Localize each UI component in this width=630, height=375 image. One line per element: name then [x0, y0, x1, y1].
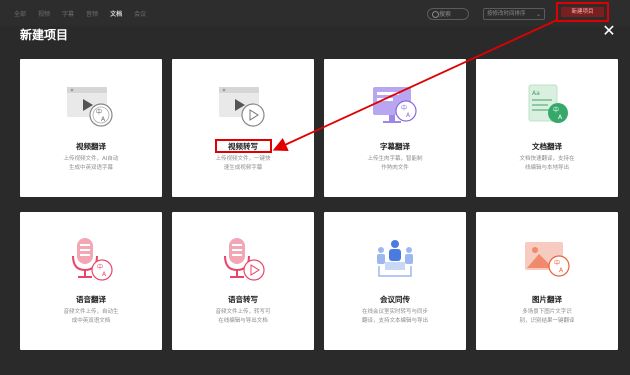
card-audio-translate[interactable]: 中 A 语音翻译 音频文件上传，自动生 成中英双语文档 [20, 212, 162, 350]
sort-select[interactable]: 按修改时间排序 ⌄ [483, 8, 545, 20]
card-desc-line: 音频文件上传，转写可 [215, 309, 271, 315]
top-bar: 全部 视频 字幕 音频 文档 会议 搜索 按修改时间排序 ⌄ 新建项目 [0, 0, 630, 26]
card-title: 语音转写 [228, 295, 258, 304]
search-input[interactable]: 搜索 [427, 8, 469, 20]
meeting-interpret-icon [369, 236, 421, 288]
card-title: 语音翻译 [76, 295, 106, 304]
card-desc-line: 多场景下图片文字识 [522, 309, 572, 315]
card-desc-line: 别，识别结果一键翻译 [519, 317, 575, 324]
card-desc: 上传视频文件，一键快 速生成视频字幕 [172, 155, 314, 172]
card-desc-line: 在线编辑与导出文档 [218, 317, 268, 324]
tab-subtitle[interactable]: 字幕 [62, 9, 74, 18]
search-label: 搜索 [439, 11, 452, 18]
card-desc-line: 上传生肉字幕，智能制 [367, 156, 423, 162]
tab-meeting[interactable]: 会议 [134, 9, 146, 18]
card-title: 视频翻译 [76, 142, 106, 151]
svg-text:中: 中 [554, 259, 560, 267]
new-project-highlight: 新建项目 [556, 2, 609, 22]
svg-text:中: 中 [401, 104, 407, 112]
svg-text:中: 中 [96, 108, 102, 116]
card-desc-line: 文档快速翻译，支持在 [519, 156, 575, 162]
audio-transcribe-icon [217, 236, 269, 288]
video-transcribe-icon [217, 83, 269, 133]
filter-tabs: 全部 视频 字幕 音频 文档 会议 [14, 9, 146, 18]
tab-video[interactable]: 视频 [38, 9, 50, 18]
svg-text:中: 中 [553, 106, 559, 114]
card-title: 文档翻译 [532, 142, 562, 151]
tab-document[interactable]: 文档 [110, 9, 122, 18]
modal-title: 新建项目 [20, 28, 69, 42]
new-project-button[interactable]: 新建项目 [561, 7, 604, 17]
card-desc: 在线会议室实时转写与同步 翻译，支持文本编辑与导出 [324, 308, 466, 325]
card-desc: 多场景下图片文字识 别，识别结果一键翻译 [476, 308, 618, 325]
card-desc-line: 上传视频文件，一键快 [215, 156, 271, 162]
subtitle-translate-icon: 中 A [369, 83, 421, 133]
card-document-translate[interactable]: Aa 中 A 文档翻译 文档快速翻译，支持在 线编辑与本地导出 [476, 59, 618, 197]
sort-label: 按修改时间排序 [487, 11, 526, 17]
video-translate-icon: 中 A [65, 83, 117, 133]
audio-translate-icon: 中 A [65, 236, 117, 288]
svg-text:中: 中 [97, 263, 103, 271]
card-video-transcribe[interactable]: 视频转写 上传视频文件，一键快 速生成视频字幕 [172, 59, 314, 197]
card-video-translate[interactable]: 中 A 视频翻译 上传视频文件，AI自动 生成中英双语字幕 [20, 59, 162, 197]
card-desc-line: 速生成视频字幕 [223, 164, 263, 171]
card-desc: 文档快速翻译，支持在 线编辑与本地导出 [476, 155, 618, 172]
card-desc: 音频文件上传，转写可 在线编辑与导出文档 [172, 308, 314, 325]
close-icon[interactable]: ✕ [601, 22, 617, 40]
search-icon [432, 11, 439, 18]
document-translate-icon: Aa 中 A [521, 83, 573, 133]
card-subtitle-translate[interactable]: 中 A 字幕翻译 上传生肉字幕，智能制 作熟肉文件 [324, 59, 466, 197]
card-desc: 音频文件上传，自动生 成中英双语文档 [20, 308, 162, 325]
card-title: 字幕翻译 [380, 142, 410, 151]
card-audio-transcribe[interactable]: 语音转写 音频文件上传，转写可 在线编辑与导出文档 [172, 212, 314, 350]
image-translate-icon: 中 A [521, 236, 573, 286]
card-desc-line: 生成中英双语字幕 [68, 164, 113, 171]
tab-all[interactable]: 全部 [14, 9, 26, 18]
card-desc-line: 线编辑与本地导出 [524, 164, 569, 171]
card-desc-line: 成中英双语文档 [71, 317, 111, 324]
card-meeting-interpret[interactable]: 会议同传 在线会议室实时转写与同步 翻译，支持文本编辑与导出 [324, 212, 466, 350]
card-desc: 上传生肉字幕，智能制 作熟肉文件 [324, 155, 466, 172]
card-title: 图片翻译 [532, 295, 562, 304]
tab-audio[interactable]: 音频 [86, 9, 98, 18]
svg-text:Aa: Aa [532, 90, 540, 97]
card-desc-line: 翻译，支持文本编辑与导出 [361, 317, 428, 324]
card-desc: 上传视频文件，AI自动 生成中英双语字幕 [20, 155, 162, 172]
card-image-translate[interactable]: 中 A 图片翻译 多场景下图片文字识 别，识别结果一键翻译 [476, 212, 618, 350]
card-desc-line: 作熟肉文件 [381, 164, 409, 171]
card-desc-line: 在线会议室实时转写与同步 [361, 309, 428, 315]
card-desc-line: 音频文件上传，自动生 [63, 309, 119, 315]
card-title: 会议同传 [380, 295, 410, 304]
card-desc-line: 上传视频文件，AI自动 [63, 156, 119, 162]
card-title: 视频转写 [228, 142, 258, 151]
chevron-down-icon: ⌄ [535, 11, 541, 18]
